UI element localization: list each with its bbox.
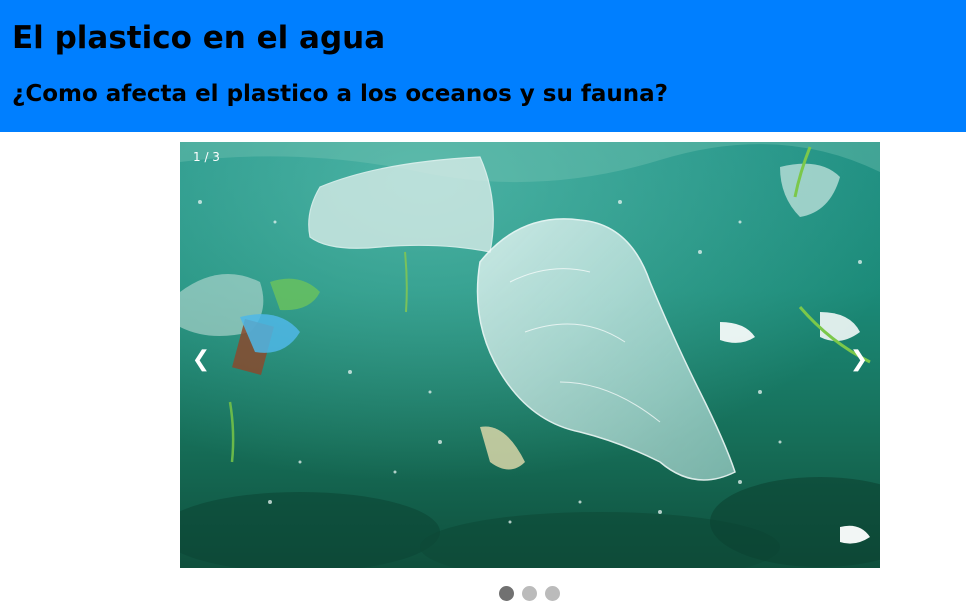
page-header: El plastico en el agua ¿Como afecta el p… [0,0,966,132]
slide-image: 1 / 3 [180,142,880,568]
slide-dots [0,586,966,601]
page-subtitle: ¿Como afecta el plastico a los oceanos y… [12,81,668,107]
slide-dot-1[interactable] [498,586,514,601]
previous-slide-button[interactable]: ❮ [186,345,216,375]
slideshow-container: 1 / 3 ❮ ❯ [180,142,880,568]
page-title: El plastico en el agua [12,20,386,56]
slide-number-text: 1 / 3 [193,150,220,164]
ocean-plastic-image [180,142,880,568]
next-slide-button[interactable]: ❯ [844,345,874,375]
slide-dot-2[interactable] [521,586,537,601]
slide-dot-3[interactable] [544,586,560,601]
